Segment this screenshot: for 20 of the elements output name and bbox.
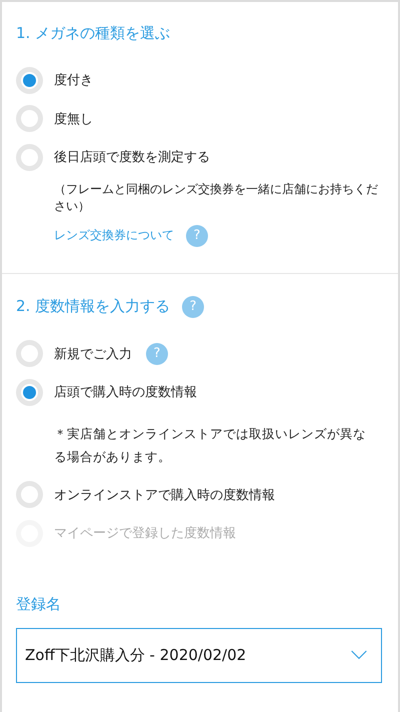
section-title: 2. 度数情報を入力する [16,297,170,316]
option-label[interactable]: 度無し [54,110,93,128]
chevron-down-icon [351,650,367,660]
option-label[interactable]: オンラインストアで購入時の度数情報 [54,486,275,504]
radio-button[interactable] [16,66,43,94]
radio-button[interactable] [16,105,43,132]
radio-button[interactable] [16,144,43,171]
option-label: マイページで登録した度数情報 [54,525,236,542]
radio-button[interactable] [16,340,43,368]
option-label[interactable]: 度付き [54,71,93,90]
option-label[interactable]: 店頭で購入時の度数情報 [54,383,197,402]
radio-button[interactable] [16,378,43,406]
option-note: ＊実店舗とオンラインストアでは取扱いレンズが異なる場合があります。 [54,424,367,466]
option-label[interactable]: 新規でご入力 [54,344,132,363]
section-title: 1. メガネの種類を選ぶ [16,24,170,42]
radio-button[interactable] [16,481,43,508]
field-label: 登録名 [16,594,62,614]
option-note: （フレームと同梱のレンズ交換券を一緒に店舗にお持ちください） [54,180,379,214]
select-field[interactable]: Zoff下北沢購入分 - 2020/02/02 [16,628,382,682]
option-label[interactable]: 後日店頭で度数を測定する [54,148,210,166]
